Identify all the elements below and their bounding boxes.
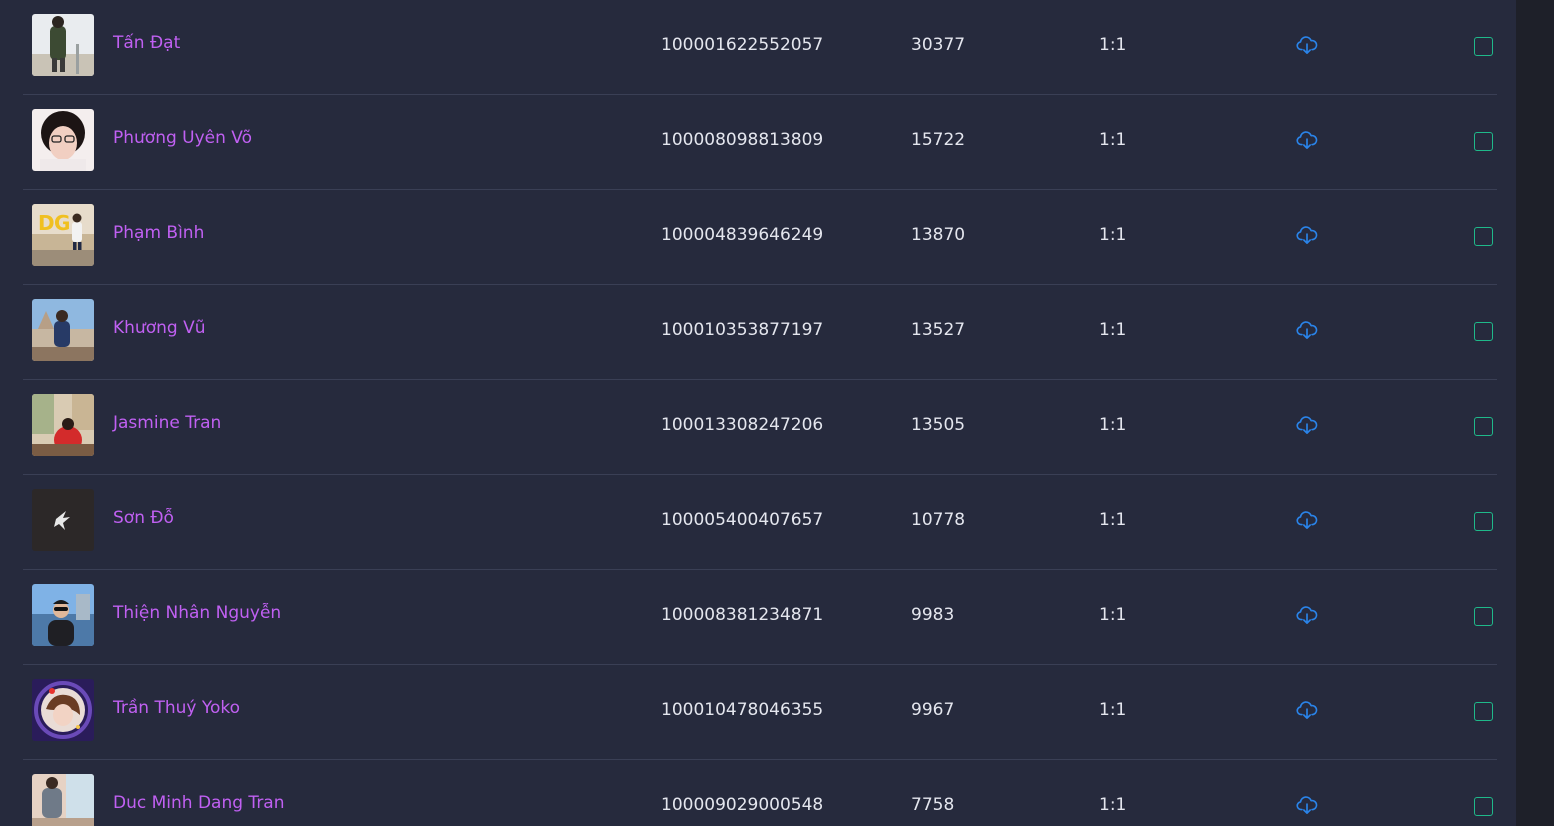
user-id: 100013308247206 (661, 415, 824, 435)
cloud-download-icon[interactable] (1296, 35, 1318, 55)
user-id: 100008381234871 (661, 605, 824, 625)
cloud-download-icon[interactable] (1296, 415, 1318, 435)
cloud-download-icon[interactable] (1296, 510, 1318, 530)
user-name-link[interactable]: Jasmine Tran (113, 413, 221, 433)
user-name-link[interactable]: Phạm Bình (113, 223, 204, 243)
avatar (32, 14, 94, 76)
user-name-link[interactable]: Thiện Nhân Nguyễn (113, 603, 281, 623)
user-name-link[interactable]: Phương Uyên Võ (113, 128, 252, 148)
cloud-download-icon[interactable] (1296, 605, 1318, 625)
avatar (32, 394, 94, 456)
user-name-link[interactable]: Trần Thuý Yoko (113, 698, 240, 718)
page: Tấn Đạt 100001622552057 30377 1:1 Phương… (0, 0, 1554, 826)
row-checkbox[interactable] (1474, 37, 1493, 56)
ratio-value: 1:1 (1099, 510, 1127, 530)
row-checkbox[interactable] (1474, 702, 1493, 721)
list-item: Khương Vũ 100010353877197 13527 1:1 (23, 285, 1497, 380)
cloud-download-icon[interactable] (1296, 320, 1318, 340)
user-list: Tấn Đạt 100001622552057 30377 1:1 Phương… (23, 0, 1497, 826)
ratio-value: 1:1 (1099, 795, 1127, 815)
list-item: Thiện Nhân Nguyễn 100008381234871 9983 1… (23, 570, 1497, 665)
count-value: 10778 (911, 510, 966, 530)
ratio-value: 1:1 (1099, 225, 1127, 245)
user-id: 100010353877197 (661, 320, 824, 340)
user-name-link[interactable]: Sơn Đỗ (113, 508, 174, 528)
row-checkbox[interactable] (1474, 607, 1493, 626)
user-id: 100010478046355 (661, 700, 824, 720)
cloud-download-icon[interactable] (1296, 225, 1318, 245)
avatar (32, 679, 94, 741)
row-checkbox[interactable] (1474, 132, 1493, 151)
row-checkbox[interactable] (1474, 322, 1493, 341)
cloud-download-icon[interactable] (1296, 130, 1318, 150)
cloud-download-icon[interactable] (1296, 700, 1318, 720)
user-name-link[interactable]: Khương Vũ (113, 318, 205, 338)
user-id: 100009029000548 (661, 795, 824, 815)
row-checkbox[interactable] (1474, 227, 1493, 246)
row-checkbox[interactable] (1474, 797, 1493, 816)
ratio-value: 1:1 (1099, 415, 1127, 435)
user-id: 100008098813809 (661, 130, 824, 150)
ratio-value: 1:1 (1099, 320, 1127, 340)
content-panel: Tấn Đạt 100001622552057 30377 1:1 Phương… (0, 0, 1516, 826)
count-value: 7758 (911, 795, 955, 815)
avatar (32, 584, 94, 646)
list-item: Phương Uyên Võ 100008098813809 15722 1:1 (23, 95, 1497, 190)
list-item: Trần Thuý Yoko 100010478046355 9967 1:1 (23, 665, 1497, 760)
ratio-value: 1:1 (1099, 700, 1127, 720)
ratio-value: 1:1 (1099, 130, 1127, 150)
count-value: 30377 (911, 35, 966, 55)
list-item: Tấn Đạt 100001622552057 30377 1:1 (23, 0, 1497, 95)
user-id: 100001622552057 (661, 35, 824, 55)
avatar (32, 299, 94, 361)
count-value: 13505 (911, 415, 966, 435)
row-checkbox[interactable] (1474, 512, 1493, 531)
avatar (32, 489, 94, 551)
list-item: Duc Minh Dang Tran 100009029000548 7758 … (23, 760, 1497, 826)
list-item: DG Phạm Bình 100004839646249 13870 1:1 (23, 190, 1497, 285)
count-value: 13527 (911, 320, 966, 340)
scrollbar[interactable] (1545, 0, 1554, 826)
ratio-value: 1:1 (1099, 605, 1127, 625)
ratio-value: 1:1 (1099, 35, 1127, 55)
user-name-link[interactable]: Tấn Đạt (113, 33, 180, 53)
avatar (32, 109, 94, 171)
count-value: 13870 (911, 225, 966, 245)
count-value: 15722 (911, 130, 966, 150)
svg-text:D: D (38, 211, 55, 235)
user-id: 100005400407657 (661, 510, 824, 530)
user-id: 100004839646249 (661, 225, 824, 245)
count-value: 9983 (911, 605, 955, 625)
avatar: DG (32, 204, 94, 266)
row-checkbox[interactable] (1474, 417, 1493, 436)
list-item: Jasmine Tran 100013308247206 13505 1:1 (23, 380, 1497, 475)
cloud-download-icon[interactable] (1296, 795, 1318, 815)
list-item: Sơn Đỗ 100005400407657 10778 1:1 (23, 475, 1497, 570)
svg-text:G: G (54, 211, 70, 235)
count-value: 9967 (911, 700, 955, 720)
user-name-link[interactable]: Duc Minh Dang Tran (113, 793, 285, 813)
avatar (32, 774, 94, 826)
